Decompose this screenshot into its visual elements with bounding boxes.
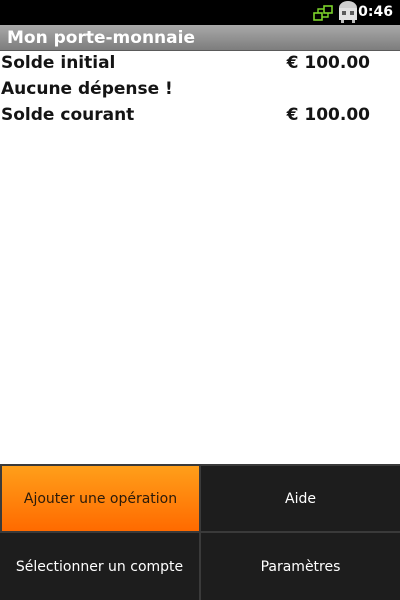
select-account-label: Sélectionner un compte: [15, 558, 184, 575]
summary-row-initial-balance: Solde initial € 100.00: [0, 51, 400, 77]
status-clock: 0:46: [358, 4, 393, 20]
network-sync-icon: [313, 5, 333, 21]
no-expense-label: Aucune dépense !: [1, 79, 173, 99]
initial-balance-value: € 100.00: [286, 53, 370, 73]
help-label: Aide: [285, 490, 316, 507]
summary-row-current-balance: Solde courant € 100.00: [0, 103, 400, 129]
current-balance-label: Solde courant: [1, 105, 135, 125]
summary-row-no-expense: Aucune dépense !: [0, 77, 400, 103]
current-balance-value: € 100.00: [286, 105, 370, 125]
usb-connected-icon: [339, 1, 357, 23]
add-operation-button[interactable]: Ajouter une opération: [2, 466, 199, 531]
add-operation-label: Ajouter une opération: [23, 490, 178, 507]
initial-balance-label: Solde initial: [1, 53, 116, 73]
status-bar: 0:46: [0, 0, 400, 25]
app-title-bar: Mon porte-monnaie: [0, 25, 400, 51]
app-title: Mon porte-monnaie: [7, 28, 195, 48]
help-button[interactable]: Aide: [201, 466, 400, 531]
select-account-button[interactable]: Sélectionner un compte: [0, 533, 199, 600]
options-menu: Ajouter une opération Aide Sélectionner …: [0, 464, 400, 600]
settings-button[interactable]: Paramètres: [201, 533, 400, 600]
settings-label: Paramètres: [260, 558, 341, 575]
